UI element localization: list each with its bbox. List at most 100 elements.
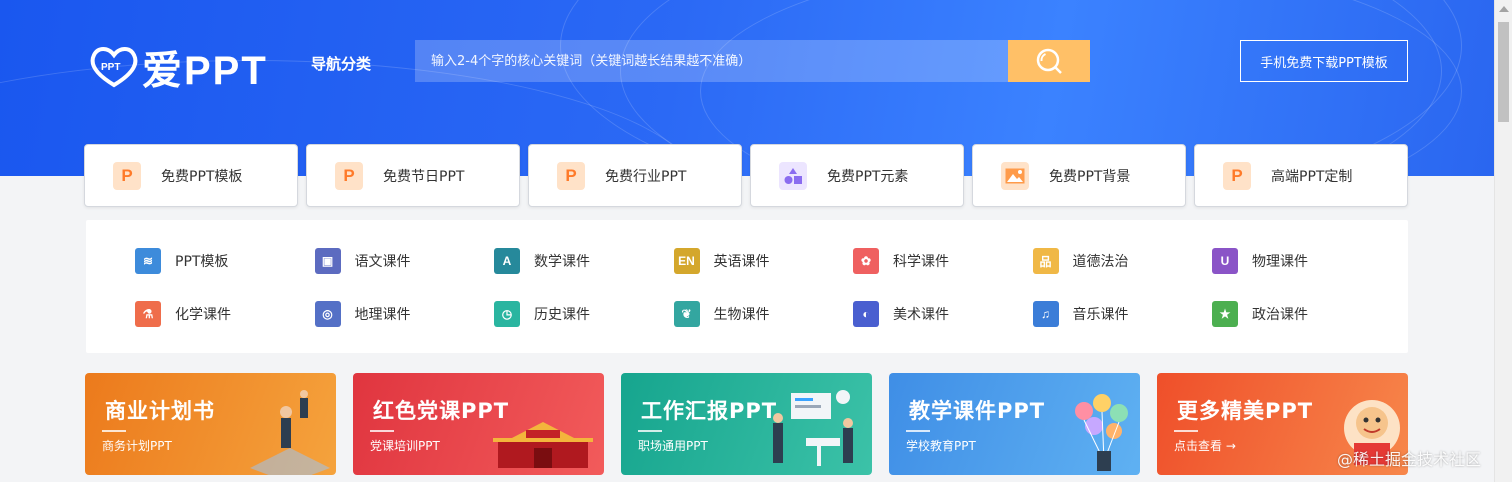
category-label: 免费节日PPT: [383, 168, 465, 185]
subject-item[interactable]: ≋ PPT模板: [135, 248, 228, 274]
category-card[interactable]: P 免费节日PPT: [306, 144, 520, 207]
magnet-icon: U: [1212, 248, 1238, 274]
banner-row: 商业计划书商务计划PPT 红色党课PPT 党课培训PPT 工作汇报PPT 职场通用PPT…: [85, 373, 1408, 475]
category-card[interactable]: P 免费行业PPT: [528, 144, 742, 207]
category-card[interactable]: 免费PPT背景: [972, 144, 1186, 207]
search-icon: [1036, 48, 1062, 74]
compass-icon: A: [494, 248, 520, 274]
layers-icon: ≋: [135, 248, 161, 274]
subject-label: 政治课件: [1252, 307, 1308, 323]
banner-divider: [1174, 430, 1198, 432]
banner-title: 商业计划书: [105, 399, 215, 423]
subject-label: 化学课件: [175, 307, 231, 323]
watermark-text: @稀土掘金技术社区: [1337, 450, 1482, 469]
promo-banner[interactable]: 教学课件PPT 学校教育PPT: [889, 373, 1140, 475]
scroll-up-arrow-icon[interactable]: [1499, 6, 1509, 12]
logo-mark-text: PPT: [101, 62, 121, 73]
subject-label: 地理课件: [354, 307, 411, 323]
nav-category-link[interactable]: 导航分类: [311, 53, 371, 74]
subject-label: 美术课件: [893, 307, 949, 323]
search-bar: [415, 40, 1090, 82]
subject-item[interactable]: ❦ 生物课件: [673, 301, 770, 327]
search-button[interactable]: [1008, 40, 1090, 82]
subject-item[interactable]: ▣ 语文课件: [314, 248, 411, 274]
globe-icon: ◎: [314, 301, 341, 327]
history-icon: ◷: [494, 301, 520, 327]
banner-title: 工作汇报PPT: [641, 399, 778, 423]
banner-illustration: [245, 388, 335, 475]
subject-label: PPT模板: [175, 254, 229, 270]
category-card[interactable]: P 高端PPT定制: [1194, 144, 1408, 207]
category-label: 免费行业PPT: [605, 168, 687, 185]
ppt-p-icon: P: [557, 161, 585, 190]
subject-label: 物理课件: [1252, 254, 1308, 270]
subject-item[interactable]: ◐ 美术课件: [853, 301, 949, 327]
leaf-icon: ❦: [673, 301, 700, 327]
music-icon: ♫: [1032, 301, 1059, 327]
logo-text: 爱PPT: [142, 49, 268, 93]
star-icon: ★: [1212, 301, 1238, 327]
subject-label: 道德法治: [1072, 254, 1129, 270]
subject-item[interactable]: 品道德法治: [1032, 248, 1129, 274]
ppt-p-icon: P: [335, 161, 363, 190]
ppt-p-icon: P: [113, 161, 141, 190]
subject-grid: ≋ PPT模板 ▣ 语文课件 A 数学课件 EN 英语课件 ✿ 科学课件 品道德法治 U 物理课件 ⚗ 化学…: [86, 220, 1408, 353]
shapes-icon: [779, 161, 807, 190]
subject-item[interactable]: ✿ 科学课件: [853, 248, 949, 274]
promo-banner[interactable]: 红色党课PPT 党课培训PPT: [353, 373, 604, 475]
category-card[interactable]: P 免费PPT模板: [84, 144, 298, 207]
subject-item[interactable]: ⚗ 化学课件: [135, 301, 231, 327]
ppt-p-icon: P: [1223, 161, 1251, 190]
banner-divider: [638, 430, 662, 432]
category-label: 高端PPT定制: [1271, 168, 1353, 185]
subject-label: 音乐课件: [1072, 307, 1129, 323]
subject-item[interactable]: ♫ 音乐课件: [1032, 301, 1129, 327]
category-label: 免费PPT背景: [1049, 168, 1131, 185]
category-card[interactable]: 免费PPT元素: [750, 144, 964, 207]
category-label: 免费PPT元素: [827, 168, 909, 185]
palette-icon: ◐: [853, 301, 879, 327]
en-icon: EN: [673, 248, 700, 274]
search-input[interactable]: [415, 40, 1008, 82]
flask-icon: ⚗: [135, 301, 161, 327]
subject-item[interactable]: A 数学课件: [494, 248, 590, 274]
banner-divider: [370, 430, 394, 432]
board-icon: 品: [1032, 248, 1059, 274]
subject-label: 英语课件: [713, 254, 770, 270]
subject-label: 数学课件: [534, 254, 590, 270]
subject-label: 生物课件: [713, 307, 770, 323]
banner-title: 红色党课PPT: [373, 399, 510, 423]
mobile-download-button[interactable]: 手机免费下载PPT模板: [1240, 40, 1408, 82]
subject-label: 语文课件: [354, 254, 411, 270]
vertical-scrollbar[interactable]: [1494, 0, 1512, 482]
site-logo[interactable]: PPT 爱PPT: [88, 38, 268, 96]
banner-subtitle: 商务计划PPT: [102, 439, 172, 453]
banner-illustration: [1064, 381, 1140, 475]
banner-subtitle: 党课培训PPT: [370, 439, 440, 453]
subject-item[interactable]: EN 英语课件: [673, 248, 770, 274]
page: PPT 爱PPT 导航分类 手机免费下载PPT模板 P 免费PPT模板 P 免费节日P…: [0, 0, 1494, 482]
banner-subtitle: 点击查看 →: [1174, 439, 1236, 453]
subject-item[interactable]: ★ 政治课件: [1212, 301, 1308, 327]
banner-divider: [906, 430, 930, 432]
subject-label: 科学课件: [893, 254, 949, 270]
promo-banner[interactable]: 商业计划书商务计划PPT: [85, 373, 336, 475]
scroll-thumb[interactable]: [1498, 22, 1509, 122]
banner-subtitle: 职场通用PPT: [638, 439, 708, 453]
category-cards: P 免费PPT模板 P 免费节日PPT P 免费行业PPT 免费PPT元素 免费PPT背景 P 高…: [84, 144, 1408, 207]
heart-logo-icon: PPT: [88, 45, 140, 89]
banner-divider: [102, 430, 126, 432]
banner-illustration: [761, 383, 871, 475]
book-icon: ▣: [314, 248, 341, 274]
subject-label: 历史课件: [534, 307, 590, 323]
subject-item[interactable]: U 物理课件: [1212, 248, 1308, 274]
banner-title: 更多精美PPT: [1177, 399, 1314, 423]
subject-item[interactable]: ◷ 历史课件: [494, 301, 590, 327]
category-label: 免费PPT模板: [161, 168, 243, 185]
banner-title: 教学课件PPT: [909, 399, 1046, 423]
image-icon: [1001, 161, 1029, 190]
promo-banner[interactable]: 工作汇报PPT 职场通用PPT: [621, 373, 872, 475]
banner-subtitle: 学校教育PPT: [906, 439, 976, 453]
subject-item[interactable]: ◎ 地理课件: [314, 301, 411, 327]
atom-icon: ✿: [853, 248, 879, 274]
